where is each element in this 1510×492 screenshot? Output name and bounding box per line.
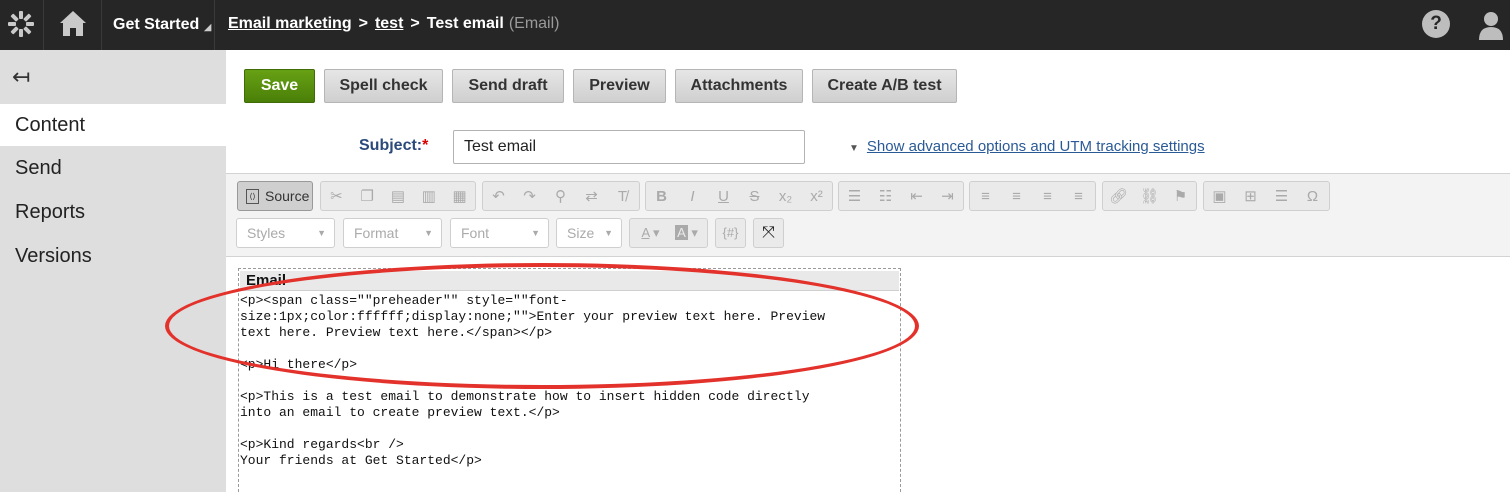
align-right-icon[interactable]: ≡ xyxy=(1032,182,1063,210)
styles-dropdown[interactable]: Styles ▼ xyxy=(236,218,335,248)
code-line: size:1px;color:ffffff;display:none;"">En… xyxy=(240,309,826,324)
format-dropdown[interactable]: Format ▼ xyxy=(343,218,442,248)
edit-group: ↶ ↷ ⚲ ⇄ T̸ xyxy=(482,181,640,211)
spell-check-button[interactable]: Spell check xyxy=(324,69,443,103)
clipboard-group: ✂ ❐ ▤ ▥ ▦ xyxy=(320,181,476,211)
align-center-icon[interactable]: ≡ xyxy=(1001,182,1032,210)
code-line: text here. Preview text here.</span></p> xyxy=(240,325,553,340)
breadcrumb-type: (Email) xyxy=(508,15,560,32)
preview-button[interactable]: Preview xyxy=(573,69,666,103)
top-bar: Get Started ◢ Email marketing > test > T… xyxy=(0,0,1510,50)
size-dropdown[interactable]: Size ▼ xyxy=(556,218,622,248)
link-group: 🔗︎ ⛓ ⚑ xyxy=(1102,181,1197,211)
horizontal-rule-icon[interactable]: ☰ xyxy=(1266,182,1297,210)
color-group: A ▾ A ▾ xyxy=(629,218,708,248)
list-group: ☰ ☷ ⇤ ⇥ xyxy=(838,181,964,211)
cut-icon[interactable]: ✂ xyxy=(321,182,352,210)
anchor-flag-icon[interactable]: ⚑ xyxy=(1165,182,1196,210)
attachments-button[interactable]: Attachments xyxy=(675,69,803,103)
code-line: <p>This is a test email to demonstrate h… xyxy=(240,389,810,404)
sidebar-item-reports[interactable]: Reports xyxy=(0,191,226,233)
chevron-down-icon: ▼ xyxy=(317,228,326,238)
sidebar-item-versions[interactable]: Versions xyxy=(0,235,226,277)
user-icon[interactable] xyxy=(1478,10,1504,40)
chevron-right-icon: > xyxy=(358,15,368,32)
unlink-icon[interactable]: ⛓ xyxy=(1134,182,1165,210)
home-icon[interactable] xyxy=(44,0,102,50)
help-icon[interactable]: ? xyxy=(1422,10,1450,38)
email-region-label: Email xyxy=(240,271,899,291)
app-logo-icon[interactable] xyxy=(0,0,44,50)
code-line: <p>Kind regards<br /> xyxy=(240,437,404,452)
background-color-icon[interactable]: A ▾ xyxy=(669,219,705,247)
code-line: <p><span class=""preheader"" style=""fon… xyxy=(240,293,568,308)
create-ab-test-button[interactable]: Create A/B test xyxy=(812,69,957,103)
justify-icon[interactable]: ≡ xyxy=(1063,182,1094,210)
chevron-down-icon: ▼ xyxy=(604,228,613,238)
text-style-group: B I U S x₂ x² xyxy=(645,181,833,211)
remove-format-icon[interactable]: T̸ xyxy=(607,182,638,210)
bold-icon[interactable]: B xyxy=(646,182,677,210)
special-char-icon[interactable]: Ω xyxy=(1297,182,1328,210)
text-color-icon[interactable]: A ▾ xyxy=(633,219,669,247)
bullet-list-icon[interactable]: ☷ xyxy=(870,182,901,210)
superscript-icon[interactable]: x² xyxy=(801,182,832,210)
undo-icon[interactable]: ↶ xyxy=(483,182,514,210)
send-draft-button[interactable]: Send draft xyxy=(452,69,564,103)
breadcrumb-email-marketing[interactable]: Email marketing xyxy=(228,15,352,33)
required-marker: * xyxy=(422,137,429,154)
site-name: Get Started xyxy=(113,16,200,33)
paste-icon[interactable]: ▤ xyxy=(383,182,414,210)
sidebar-item-send[interactable]: Send xyxy=(0,147,226,189)
maximize-icon[interactable]: ⤧ xyxy=(753,218,784,248)
paste-text-icon[interactable]: ▥ xyxy=(413,182,444,210)
subject-label: Subject:* xyxy=(359,137,429,154)
indent-icon[interactable]: ⇥ xyxy=(932,182,963,210)
insert-group: ▣ ⊞ ☰ Ω xyxy=(1203,181,1330,211)
strike-icon[interactable]: S xyxy=(739,182,770,210)
subscript-icon[interactable]: x₂ xyxy=(770,182,801,210)
advanced-options-link[interactable]: Show advanced options and UTM tracking s… xyxy=(867,138,1205,155)
align-group: ≡ ≡ ≡ ≡ xyxy=(969,181,1096,211)
link-icon[interactable]: 🔗︎ xyxy=(1103,182,1134,210)
code-line: <p>Hi there</p> xyxy=(240,357,358,372)
paste-word-icon[interactable]: ▦ xyxy=(444,182,475,210)
table-icon[interactable]: ⊞ xyxy=(1235,182,1266,210)
code-line: Your friends at Get Started</p> xyxy=(240,453,482,468)
source-button[interactable]: ⟨⟩ Source xyxy=(237,181,313,211)
copy-icon[interactable]: ❐ xyxy=(352,182,383,210)
save-button[interactable]: Save xyxy=(244,69,315,103)
redo-icon[interactable]: ↷ xyxy=(514,182,545,210)
subject-input[interactable] xyxy=(453,130,805,164)
chevron-down-icon: ▼ xyxy=(424,228,433,238)
back-arrow-icon[interactable]: ↤ xyxy=(12,64,30,90)
breadcrumb-current: Test email xyxy=(426,15,504,32)
italic-icon[interactable]: I xyxy=(677,182,708,210)
macro-button[interactable]: {#} xyxy=(715,218,746,248)
breadcrumb-campaign[interactable]: test xyxy=(375,15,403,33)
site-selector[interactable]: Get Started ◢ xyxy=(103,0,215,50)
source-icon: ⟨⟩ xyxy=(246,188,259,204)
caret-down-icon: ◢ xyxy=(204,21,212,32)
underline-icon[interactable]: U xyxy=(708,182,739,210)
replace-icon[interactable]: ⇄ xyxy=(576,182,607,210)
chevron-down-icon: ▼ xyxy=(531,228,540,238)
media-icon[interactable]: ▣ xyxy=(1204,182,1235,210)
advanced-options: ▼ Show advanced options and UTM tracking … xyxy=(849,138,1205,155)
code-line: into an email to create preview text.</p… xyxy=(240,405,560,420)
font-dropdown[interactable]: Font ▼ xyxy=(450,218,549,248)
numbered-list-icon[interactable]: ☰ xyxy=(839,182,870,210)
triangle-down-icon: ▼ xyxy=(849,143,859,154)
breadcrumb: Email marketing > test > Test email (Ema… xyxy=(228,15,560,33)
outdent-icon[interactable]: ⇤ xyxy=(901,182,932,210)
find-icon[interactable]: ⚲ xyxy=(545,182,576,210)
sidebar: ↤ Content Send Reports Versions xyxy=(0,50,226,492)
chevron-right-icon: > xyxy=(410,15,420,32)
sidebar-item-content[interactable]: Content xyxy=(0,104,226,146)
align-left-icon[interactable]: ≡ xyxy=(970,182,1001,210)
